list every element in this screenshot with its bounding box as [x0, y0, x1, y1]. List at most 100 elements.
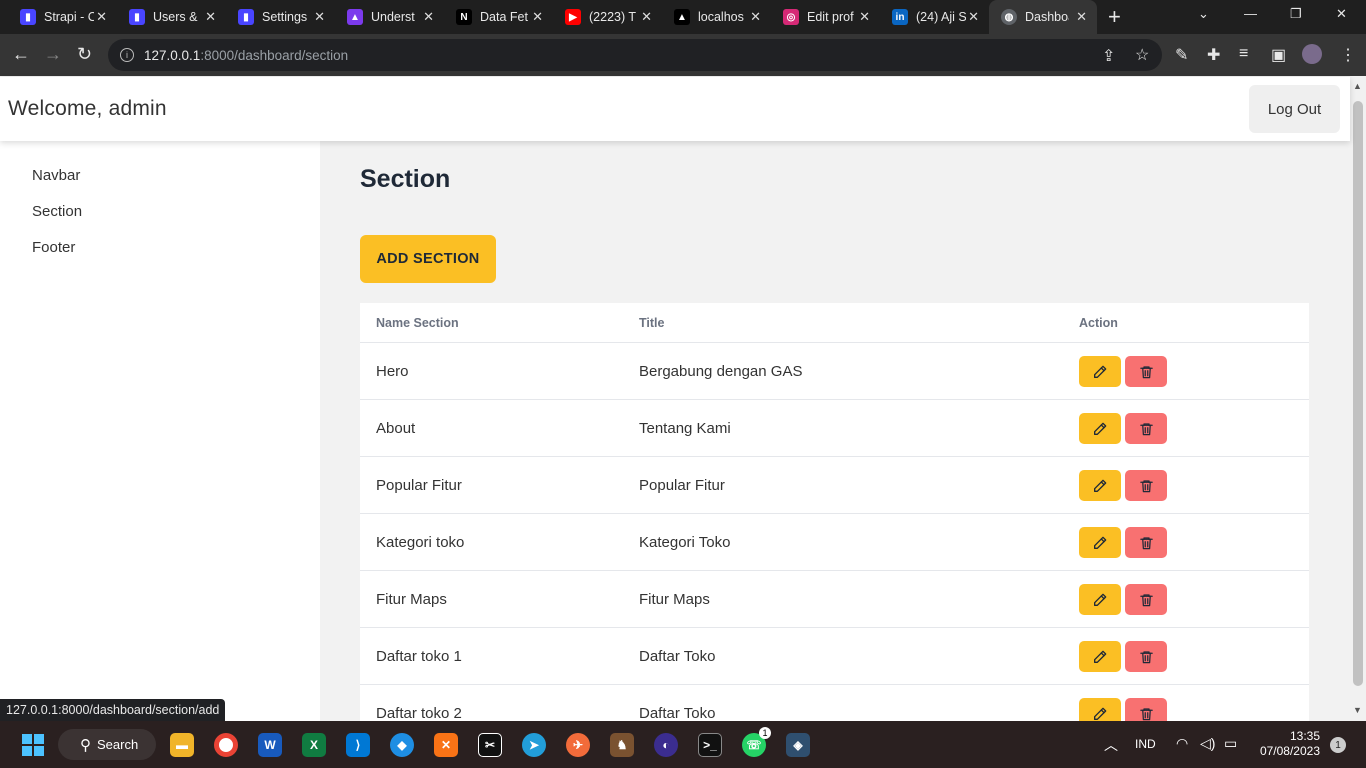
- profile-avatar[interactable]: [1302, 44, 1322, 64]
- browser-tab[interactable]: ▲ Underst ✕: [327, 0, 444, 34]
- section-title-cell: Bergabung dengan GAS: [639, 363, 803, 380]
- close-icon[interactable]: ✕: [750, 9, 761, 25]
- reload-icon[interactable]: ↻: [77, 44, 92, 65]
- language-indicator[interactable]: IND: [1135, 737, 1156, 751]
- clock[interactable]: 13:35 07/08/2023: [1260, 729, 1320, 759]
- minimize-icon[interactable]: —: [1244, 6, 1257, 21]
- battery-icon[interactable]: ▭: [1224, 735, 1237, 752]
- scroll-up-arrow-icon[interactable]: ▲: [1353, 81, 1362, 91]
- show-hidden-icons-icon[interactable]: ︿: [1104, 735, 1118, 755]
- new-tab-icon[interactable]: +: [1108, 4, 1121, 30]
- chrome-icon[interactable]: [214, 733, 238, 757]
- delete-button[interactable]: [1125, 413, 1167, 444]
- game-app-icon[interactable]: ♞: [610, 733, 634, 757]
- add-section-button[interactable]: ADD SECTION: [360, 235, 496, 283]
- scroll-down-arrow-icon[interactable]: ▼: [1353, 705, 1362, 715]
- close-icon[interactable]: ✕: [968, 9, 979, 25]
- menu-kebab-icon[interactable]: ⋮: [1340, 45, 1356, 65]
- browser-tab[interactable]: ▮ Users & ✕: [109, 0, 226, 34]
- obs-icon[interactable]: ◐: [654, 733, 678, 757]
- volume-icon[interactable]: ◁): [1200, 735, 1215, 752]
- wifi-icon[interactable]: ◠: [1176, 735, 1188, 752]
- trash-icon: [1139, 706, 1154, 722]
- delete-button[interactable]: [1125, 584, 1167, 615]
- close-icon[interactable]: ✕: [96, 9, 107, 25]
- table-header: Name Section Title Action: [360, 303, 1309, 343]
- edit-button[interactable]: [1079, 584, 1121, 615]
- pencil-icon: [1092, 478, 1108, 494]
- pencil-icon: [1092, 535, 1108, 551]
- sections-table: Name Section Title Action Hero Bergabung …: [360, 303, 1309, 721]
- vscode-icon[interactable]: ⟩: [346, 733, 370, 757]
- site-info-icon[interactable]: i: [120, 48, 134, 62]
- word-icon[interactable]: W: [258, 733, 282, 757]
- postman-icon[interactable]: ✈: [566, 733, 590, 757]
- edit-button[interactable]: [1079, 527, 1121, 558]
- trash-icon: [1139, 535, 1154, 551]
- sidebar-item-footer[interactable]: Footer: [32, 239, 75, 256]
- browser-tab-active[interactable]: ◍ Dashboa ✕: [989, 0, 1097, 34]
- edit-button[interactable]: [1079, 641, 1121, 672]
- delete-button[interactable]: [1125, 698, 1167, 721]
- media-control-icon[interactable]: ≡: [1239, 45, 1248, 63]
- browser-tab[interactable]: N Data Fet ✕: [436, 0, 553, 34]
- browser-tab[interactable]: ▲ localhos ✕: [654, 0, 771, 34]
- capcut-icon[interactable]: ✂: [478, 733, 502, 757]
- windows-start-icon[interactable]: [22, 734, 44, 756]
- scrollbar-thumb[interactable]: [1353, 101, 1363, 686]
- extensions-puzzle-icon[interactable]: ✚: [1207, 45, 1220, 65]
- browser-tab[interactable]: ▶ (2223) T ✕: [545, 0, 662, 34]
- taskbar-search[interactable]: ⚲ Search: [58, 729, 156, 760]
- close-icon[interactable]: ✕: [423, 9, 434, 25]
- close-window-icon[interactable]: ✕: [1336, 6, 1347, 22]
- maximize-icon[interactable]: ❐: [1290, 6, 1302, 22]
- browser-tab[interactable]: ◎ Edit prof ✕: [763, 0, 880, 34]
- eyedropper-extension-icon[interactable]: ✎: [1175, 45, 1188, 65]
- logout-button[interactable]: Log Out: [1249, 85, 1340, 133]
- link-status-bubble: 127.0.0.1:8000/dashboard/section/add: [0, 699, 226, 721]
- file-explorer-icon[interactable]: ▬: [170, 733, 194, 757]
- close-icon[interactable]: ✕: [859, 9, 870, 25]
- browser-tab[interactable]: ▮ Strapi - C ✕: [0, 0, 117, 34]
- delete-button[interactable]: [1125, 641, 1167, 672]
- tab-label: Edit prof: [807, 10, 854, 24]
- sidebar-item-navbar[interactable]: Navbar: [32, 167, 80, 184]
- browser-tab[interactable]: in (24) Aji S ✕: [872, 0, 989, 34]
- browser-app-icon[interactable]: ◆: [390, 733, 414, 757]
- table-row: Popular Fitur Popular Fitur: [360, 457, 1309, 514]
- close-icon[interactable]: ✕: [314, 9, 325, 25]
- notification-badge[interactable]: 1: [1330, 737, 1346, 753]
- page-scrollbar[interactable]: ▲ ▼: [1350, 77, 1366, 721]
- telegram-icon[interactable]: ➤: [522, 733, 546, 757]
- table-row: About Tentang Kami: [360, 400, 1309, 457]
- address-bar[interactable]: i 127.0.0.1:8000/dashboard/section ⇪ ☆: [108, 39, 1162, 71]
- delete-button[interactable]: [1125, 470, 1167, 501]
- bookmark-star-icon[interactable]: ☆: [1135, 45, 1149, 65]
- delete-button[interactable]: [1125, 527, 1167, 558]
- edit-button[interactable]: [1079, 470, 1121, 501]
- browser-tab[interactable]: ▮ Settings ✕: [218, 0, 335, 34]
- excel-icon[interactable]: X: [302, 733, 326, 757]
- tab-label: (24) Aji S: [916, 10, 966, 24]
- share-icon[interactable]: ⇪: [1102, 46, 1115, 66]
- close-icon[interactable]: ✕: [641, 9, 652, 25]
- close-icon[interactable]: ✕: [1076, 9, 1087, 25]
- xampp-icon[interactable]: ✕: [434, 733, 458, 757]
- sidebar-item-section[interactable]: Section: [32, 203, 82, 220]
- edit-button[interactable]: [1079, 413, 1121, 444]
- close-icon[interactable]: ✕: [205, 9, 216, 25]
- taskbar: ⚲ Search ▬ W X ⟩ ◆ ✕ ✂ ➤ ✈ ♞ ◐ >_ ☏ 1 ◈ …: [0, 721, 1366, 768]
- page-title: Section: [360, 165, 451, 193]
- pencil-icon: [1092, 649, 1108, 665]
- close-icon[interactable]: ✕: [532, 9, 543, 25]
- tab-search-icon[interactable]: ⌄: [1198, 6, 1209, 22]
- column-header-name: Name Section: [376, 316, 459, 330]
- terminal-icon[interactable]: >_: [698, 733, 722, 757]
- edit-button[interactable]: [1079, 698, 1121, 721]
- edit-button[interactable]: [1079, 356, 1121, 387]
- back-icon[interactable]: ←: [12, 44, 30, 65]
- git-icon[interactable]: ◈: [786, 733, 810, 757]
- delete-button[interactable]: [1125, 356, 1167, 387]
- forward-icon[interactable]: →: [44, 44, 62, 65]
- side-panel-icon[interactable]: ▣: [1271, 45, 1286, 65]
